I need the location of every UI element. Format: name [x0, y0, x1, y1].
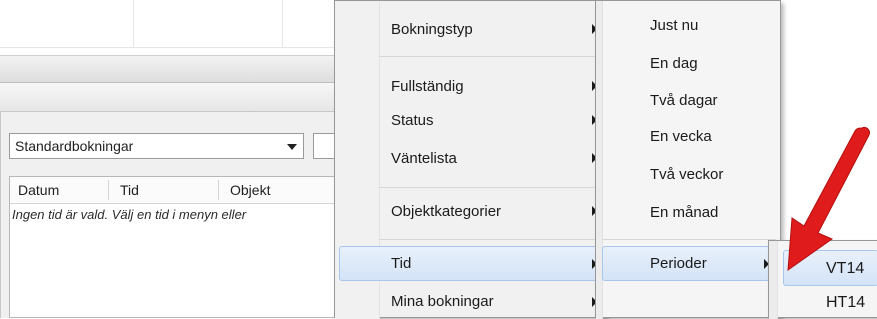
menu-item-tid[interactable]: Tid: [391, 255, 411, 272]
column-header-objekt[interactable]: Objekt: [230, 182, 270, 198]
menu-item-mina-bokningar[interactable]: Mina bokningar: [391, 293, 494, 310]
menu-item-perioder[interactable]: Perioder: [650, 255, 707, 272]
annotation-arrow-icon: [787, 127, 870, 272]
menu-item-en-manad[interactable]: En månad: [650, 204, 718, 221]
table-header: Datum Tid Objekt: [10, 177, 341, 204]
menu-item-en-vecka[interactable]: En vecka: [650, 128, 712, 145]
toolbar-secondary: [0, 83, 340, 112]
column-divider[interactable]: [108, 180, 109, 200]
booking-filter-value: Standardbokningar: [15, 138, 134, 154]
bookings-table: Datum Tid Objekt Ingen tid är vald. Välj…: [9, 176, 341, 318]
menu-item-just-nu[interactable]: Just nu: [650, 17, 698, 34]
context-menu: Bokningstyp Fullständig Status Väntelist…: [334, 0, 606, 319]
menu-item-bokningstyp[interactable]: Bokningstyp: [391, 21, 473, 38]
menu-item-highlight: [339, 246, 601, 281]
menu-item-fullstandig[interactable]: Fullständig: [391, 78, 464, 95]
menu-separator: [379, 239, 601, 240]
menu-separator: [602, 239, 776, 240]
menu-item-status[interactable]: Status: [391, 112, 434, 129]
column-header-tid[interactable]: Tid: [120, 182, 139, 198]
menu-item-ht14[interactable]: HT14: [826, 294, 865, 312]
grid-line: [0, 47, 340, 48]
chevron-down-icon: [287, 144, 297, 150]
menu-item-vantelista[interactable]: Väntelista: [391, 150, 457, 167]
grid-line: [282, 0, 283, 48]
empty-table-message: Ingen tid är vald. Välj en tid i menyn e…: [12, 207, 247, 222]
time-submenu: Just nu En dag Två dagar En vecka Två ve…: [595, 0, 781, 319]
column-divider[interactable]: [218, 180, 219, 200]
menu-item-objektkategorier[interactable]: Objektkategorier: [391, 203, 501, 220]
menu-item-tva-dagar[interactable]: Två dagar: [650, 92, 718, 109]
menu-separator: [379, 187, 601, 188]
toolbar: [0, 55, 340, 83]
booking-filter-select[interactable]: Standardbokningar: [9, 133, 304, 159]
menu-separator: [379, 56, 601, 57]
grid-line: [133, 0, 134, 48]
menu-item-tva-veckor[interactable]: Två veckor: [650, 166, 723, 183]
column-header-datum[interactable]: Datum: [18, 182, 59, 198]
menu-item-en-dag[interactable]: En dag: [650, 55, 698, 72]
